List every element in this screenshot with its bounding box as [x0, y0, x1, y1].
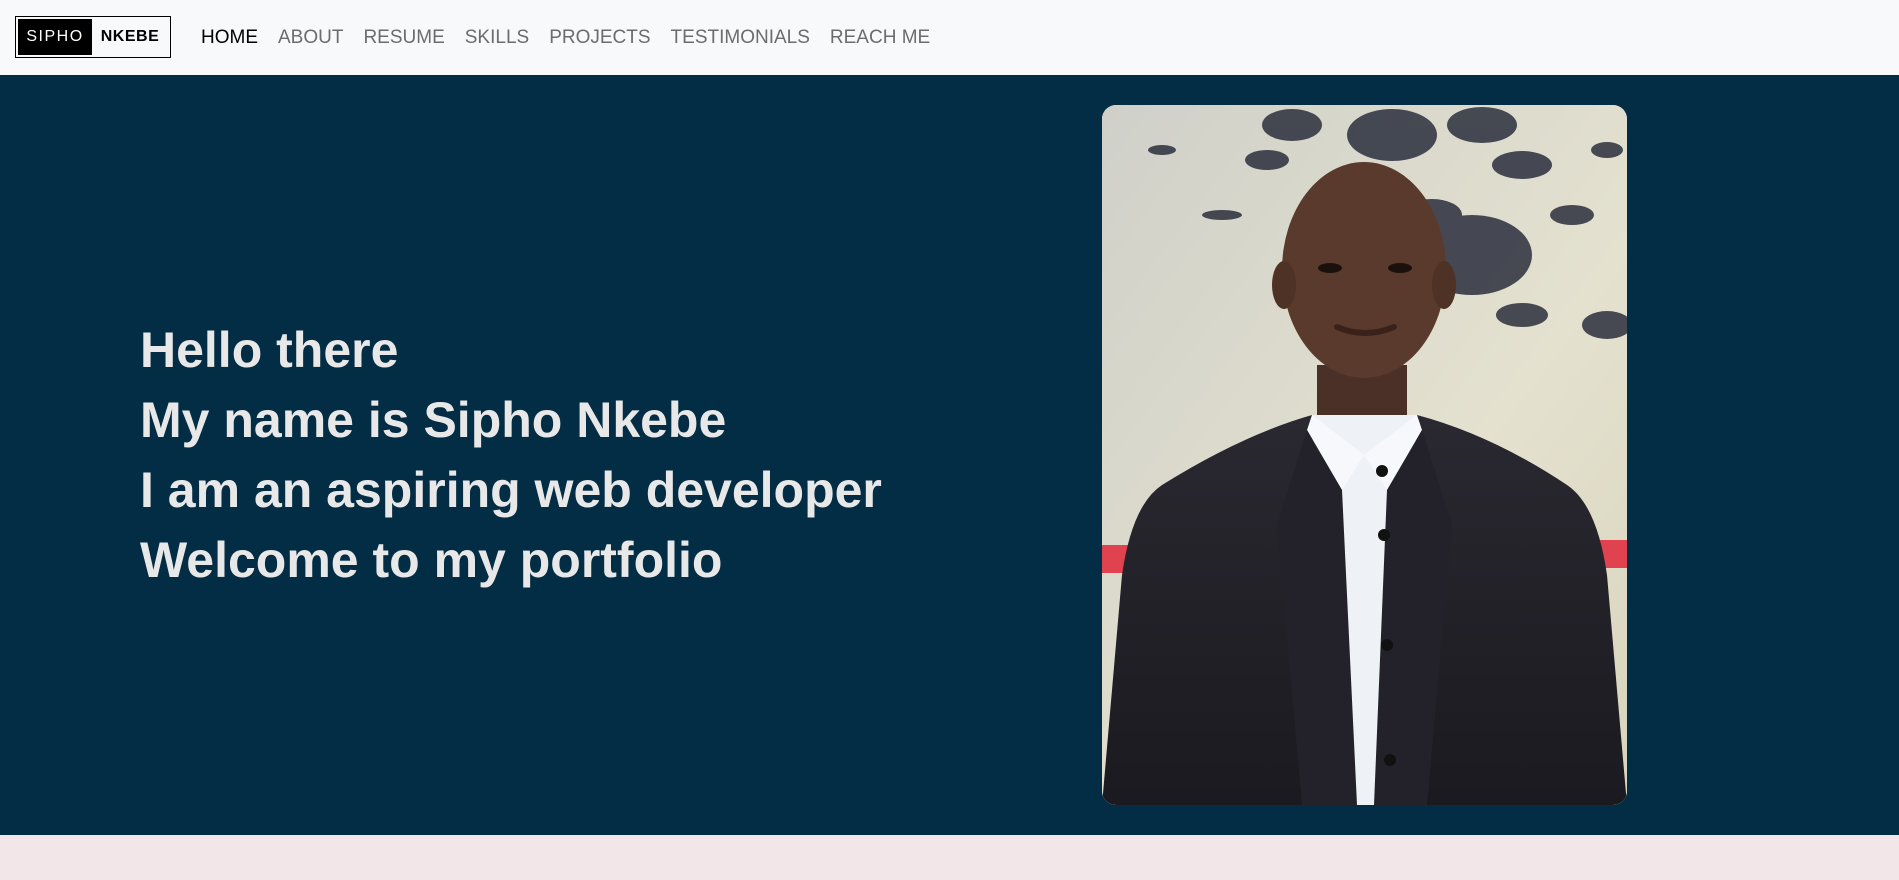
nav-item-reach-me[interactable]: REACH ME: [830, 27, 930, 49]
hero-greeting: Hello there: [140, 322, 399, 378]
nav-links: HOME ABOUT RESUME SKILLS PROJECTS TESTIM…: [201, 0, 950, 75]
profile-photo: [1102, 105, 1627, 805]
brand-last-name: NKEBE: [100, 28, 160, 45]
hero-welcome: Welcome to my portfolio: [140, 532, 723, 588]
nav-item-resume[interactable]: RESUME: [363, 27, 444, 49]
hero-name: My name is Sipho Nkebe: [140, 392, 727, 448]
hero-intro: Hello there My name is Sipho Nkebe I am …: [140, 315, 882, 595]
hero-section: Hello there My name is Sipho Nkebe I am …: [0, 75, 1899, 835]
brand-first-name: SIPHO: [18, 19, 92, 55]
nav-item-home[interactable]: HOME: [201, 27, 258, 49]
nav-item-skills[interactable]: SKILLS: [465, 27, 529, 49]
nav-item-about[interactable]: ABOUT: [278, 27, 343, 49]
navbar: SIPHO NKEBE HOME ABOUT RESUME SKILLS PRO…: [0, 0, 1899, 75]
brand-logo[interactable]: SIPHO NKEBE: [15, 16, 171, 58]
nav-item-projects[interactable]: PROJECTS: [549, 27, 650, 49]
nav-item-testimonials[interactable]: TESTIMONIALS: [671, 27, 810, 49]
hero-role: I am an aspiring web developer: [140, 462, 882, 518]
next-section-edge: [0, 835, 1899, 880]
